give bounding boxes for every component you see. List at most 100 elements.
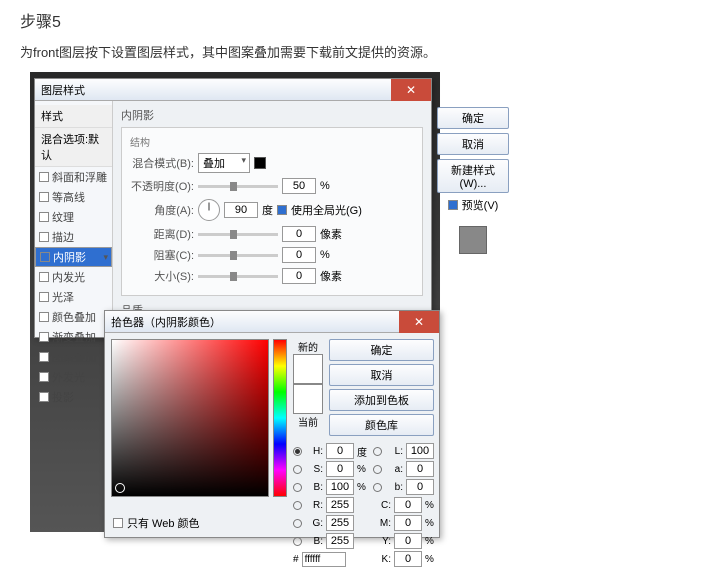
k-input[interactable]: 0 [394, 551, 422, 567]
sidebar-item-4[interactable]: 内阴影 [35, 247, 112, 267]
add-swatch-button[interactable]: 添加到色板 [329, 389, 434, 411]
b-radio[interactable] [293, 483, 302, 492]
ok-button[interactable]: 确定 [437, 107, 509, 129]
distance-slider[interactable] [198, 233, 278, 236]
sidebar-item-1[interactable]: 等高线 [35, 187, 112, 207]
opacity-slider[interactable] [198, 185, 278, 188]
size-slider[interactable] [198, 275, 278, 278]
checkbox-icon[interactable] [39, 172, 49, 182]
picker-ok-button[interactable]: 确定 [329, 339, 434, 361]
preview-label: 预览(V) [462, 197, 499, 213]
m-input[interactable]: 0 [394, 515, 422, 531]
blend-mode-select[interactable]: 叠加 [198, 153, 250, 173]
l-input[interactable]: 100 [406, 443, 434, 459]
sidebar-item-5[interactable]: 内发光 [35, 267, 112, 287]
lab-b-radio[interactable] [373, 483, 382, 492]
dialog-title: 拾色器（内阴影颜色） [111, 314, 221, 330]
checkbox-icon[interactable] [39, 312, 49, 322]
global-light-checkbox[interactable] [277, 205, 287, 215]
angle-dial[interactable] [198, 199, 220, 221]
web-only-checkbox[interactable] [113, 518, 123, 528]
checkbox-icon[interactable] [39, 272, 49, 282]
checkbox-icon[interactable] [39, 352, 49, 362]
checkbox-icon[interactable] [39, 192, 49, 202]
lab-b-input[interactable]: 0 [406, 479, 434, 495]
checkbox-icon[interactable] [39, 212, 49, 222]
new-color-swatch [293, 354, 323, 384]
dialog-main-panel: 内阴影 结构 混合模式(B): 叠加 不透明度(O): 50 % 角度(A): [113, 101, 431, 337]
bl-radio[interactable] [293, 537, 302, 546]
color-field[interactable] [111, 339, 269, 497]
styles-sidebar: 样式 混合选项:默认 斜面和浮雕等高线纹理描边内阴影内发光光泽颜色叠加渐变叠加图… [35, 101, 113, 337]
distance-label: 距离(D): [130, 226, 194, 242]
checkbox-icon[interactable] [39, 332, 49, 342]
angle-input[interactable]: 90 [224, 202, 258, 218]
hue-slider[interactable] [273, 339, 287, 497]
sidebar-item-label: 渐变叠加 [52, 329, 96, 345]
current-color-label: 当前 [293, 414, 323, 429]
distance-input[interactable]: 0 [282, 226, 316, 242]
checkbox-icon[interactable] [39, 292, 49, 302]
sidebar-item-label: 投影 [52, 389, 74, 405]
sidebar-item-11[interactable]: 投影 [35, 387, 112, 407]
y-input[interactable]: 0 [394, 533, 422, 549]
c-input[interactable]: 0 [394, 497, 422, 513]
g-radio[interactable] [293, 519, 302, 528]
l-radio[interactable] [373, 447, 382, 456]
sidebar-item-6[interactable]: 光泽 [35, 287, 112, 307]
global-light-label: 使用全局光(G) [291, 202, 362, 218]
opacity-unit: % [320, 180, 330, 192]
preview-swatch [459, 226, 487, 254]
close-icon[interactable]: ✕ [399, 311, 439, 333]
h-input[interactable]: 0 [326, 443, 354, 459]
sidebar-item-3[interactable]: 描边 [35, 227, 112, 247]
size-label: 大小(S): [130, 268, 194, 284]
g-input[interactable]: 255 [326, 515, 354, 531]
checkbox-icon[interactable] [40, 252, 50, 262]
sidebar-item-0[interactable]: 斜面和浮雕 [35, 167, 112, 187]
web-only-label: 只有 Web 颜色 [127, 515, 200, 531]
choke-input[interactable]: 0 [282, 247, 316, 263]
close-icon[interactable]: ✕ [391, 79, 431, 101]
sidebar-item-2[interactable]: 纹理 [35, 207, 112, 227]
r-radio[interactable] [293, 501, 302, 510]
sidebar-item-8[interactable]: 渐变叠加 [35, 327, 112, 347]
sidebar-item-10[interactable]: 外发光 [35, 367, 112, 387]
sidebar-item-7[interactable]: 颜色叠加 [35, 307, 112, 327]
sidebar-item-label: 斜面和浮雕 [52, 169, 107, 185]
group-title: 内阴影 [121, 107, 423, 123]
color-lib-button[interactable]: 颜色库 [329, 414, 434, 436]
a-input[interactable]: 0 [406, 461, 434, 477]
dialog-title: 图层样式 [41, 82, 85, 98]
new-style-button[interactable]: 新建样式(W)... [437, 159, 509, 193]
h-radio[interactable] [293, 447, 302, 456]
blend-mode-label: 混合模式(B): [130, 155, 194, 171]
choke-slider[interactable] [198, 254, 278, 257]
cancel-button[interactable]: 取消 [437, 133, 509, 155]
size-input[interactable]: 0 [282, 268, 316, 284]
a-radio[interactable] [373, 465, 382, 474]
opacity-input[interactable]: 50 [282, 178, 316, 194]
sidebar-item-label: 内发光 [52, 269, 85, 285]
s-input[interactable]: 0 [326, 461, 354, 477]
step-description: 为front图层按下设置图层样式，其中图案叠加需要下载前文提供的资源。 [20, 42, 700, 61]
sidebar-item-9[interactable]: 图案叠加 [35, 347, 112, 367]
checkbox-icon[interactable] [39, 392, 49, 402]
opacity-label: 不透明度(O): [130, 178, 194, 194]
r-input[interactable]: 255 [326, 497, 354, 513]
color-swatch[interactable] [254, 157, 266, 169]
sidebar-item-label: 外发光 [52, 369, 85, 385]
angle-unit: 度 [262, 202, 273, 218]
hex-input[interactable]: ffffff [302, 552, 346, 567]
dialog-titlebar[interactable]: 图层样式 ✕ [35, 79, 431, 101]
picker-cancel-button[interactable]: 取消 [329, 364, 434, 386]
checkbox-icon[interactable] [39, 232, 49, 242]
bl-input[interactable]: 255 [326, 533, 354, 549]
checkbox-icon[interactable] [39, 372, 49, 382]
preview-checkbox[interactable] [448, 200, 458, 210]
s-radio[interactable] [293, 465, 302, 474]
br-input[interactable]: 100 [326, 479, 354, 495]
dialog-titlebar[interactable]: 拾色器（内阴影颜色） ✕ [105, 311, 439, 333]
sidebar-header-blend[interactable]: 混合选项:默认 [35, 128, 112, 167]
sidebar-header-styles[interactable]: 样式 [35, 105, 112, 128]
